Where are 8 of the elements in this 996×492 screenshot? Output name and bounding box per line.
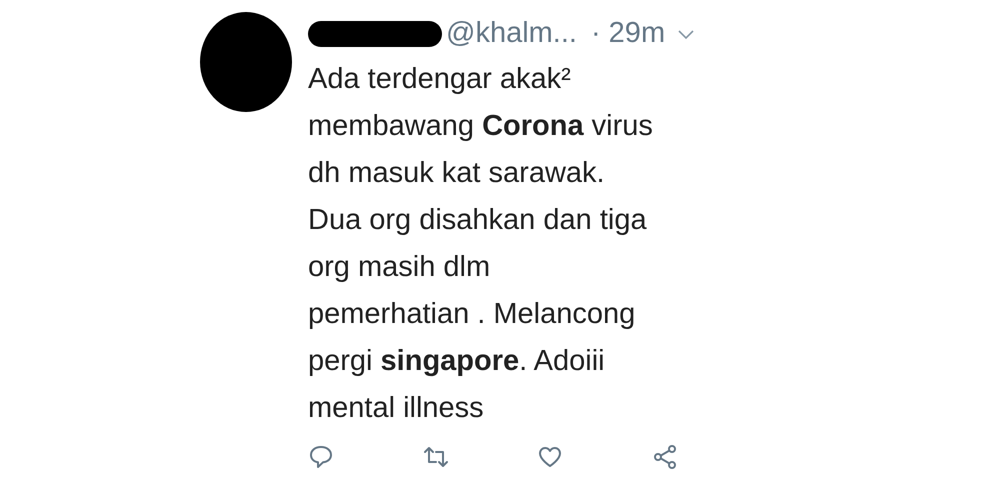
user-handle[interactable]: @khalm... (446, 12, 577, 56)
tweet-text: Ada terdengar akak² membawang Corona virus dh masuk kat sarawak. Dua org disahkan dan tiga org masih dlm pemerhatian . Melancong pergi singapore. Adoiii mental illness (308, 62, 654, 426)
speech-bubble-icon[interactable] (308, 444, 334, 470)
share-icon[interactable] (652, 444, 678, 470)
timestamp[interactable]: · 29m (590, 12, 666, 56)
chevron-down-icon[interactable] (677, 28, 696, 40)
heart-icon[interactable] (537, 444, 564, 470)
retweet-icon[interactable] (422, 444, 449, 470)
